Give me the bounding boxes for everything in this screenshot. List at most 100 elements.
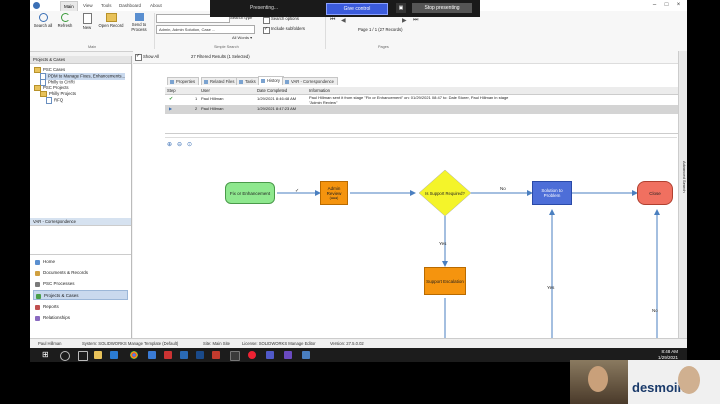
app-icon[interactable] bbox=[284, 351, 292, 359]
app-icon[interactable] bbox=[164, 351, 172, 359]
node-admin-review[interactable]: Admin Review (●●●) bbox=[320, 181, 348, 205]
sidebar: Projects & Cases PSC Cases PDM to Manage… bbox=[30, 56, 132, 348]
tab-about[interactable]: About bbox=[147, 1, 165, 10]
filtered-results: 27 Filtered Results (1 Selected) bbox=[191, 54, 250, 59]
teams-icon[interactable] bbox=[266, 351, 274, 359]
mail-icon[interactable] bbox=[110, 351, 118, 359]
ribbon-divider bbox=[325, 13, 326, 49]
documents-icon bbox=[35, 271, 40, 276]
words-select[interactable]: All Words ▾ bbox=[230, 34, 254, 41]
prev-page-icon[interactable]: ◀ bbox=[341, 17, 346, 24]
tab-view[interactable]: View bbox=[80, 1, 96, 10]
nav-projects-cases[interactable]: Projects & Cases bbox=[33, 290, 128, 300]
app-logo-icon bbox=[33, 2, 40, 9]
node-close[interactable]: Close bbox=[637, 181, 673, 205]
group-main-label: Main bbox=[88, 45, 97, 49]
tab-tasks[interactable]: Tasks bbox=[236, 77, 260, 85]
no-label: No bbox=[500, 186, 506, 191]
app-icon[interactable] bbox=[230, 351, 240, 361]
sidebar-header: Projects & Cases bbox=[30, 56, 131, 64]
send-to-process-button[interactable]: Send to Process bbox=[126, 13, 152, 32]
tab-var-correspondence[interactable]: VAR - Correspondence bbox=[282, 77, 338, 85]
document-icon bbox=[46, 97, 52, 104]
advanced-search-panel[interactable]: Advanced Search bbox=[678, 51, 687, 348]
row-date: 1/29/2021 8:46:48 AM bbox=[257, 96, 297, 101]
stop-presenting-button[interactable]: Stop presenting bbox=[412, 3, 472, 13]
node-solution-to-problem[interactable]: Solution to Problem bbox=[532, 181, 572, 205]
group-simple-search-label: Simple Search bbox=[214, 45, 239, 49]
no-label-2: No bbox=[652, 308, 658, 313]
nav-home[interactable]: Home bbox=[33, 257, 128, 267]
first-page-icon[interactable]: ⏮ bbox=[330, 17, 335, 24]
yes-label-2: Yes bbox=[547, 285, 555, 290]
row-date: 1/29/2021 8:47:23 AM bbox=[257, 106, 297, 111]
send-to-process-icon bbox=[134, 13, 144, 21]
chrome-icon[interactable] bbox=[130, 351, 138, 359]
app-icon[interactable] bbox=[196, 351, 204, 359]
tab-properties[interactable]: Properties bbox=[167, 77, 200, 85]
node-fix-or-enhancement[interactable]: Fix or Enhancement bbox=[225, 182, 275, 204]
next-page-icon[interactable]: ▶ bbox=[402, 17, 407, 24]
column-user[interactable]: User bbox=[201, 87, 210, 94]
nav-documents-records[interactable]: Documents & Records bbox=[33, 268, 128, 278]
workflow-connectors bbox=[277, 169, 660, 348]
outlook-icon[interactable] bbox=[180, 351, 188, 359]
processes-icon bbox=[35, 282, 40, 287]
search-icon[interactable] bbox=[60, 351, 70, 361]
history-icon bbox=[261, 79, 265, 83]
minimize-icon[interactable]: – bbox=[650, 2, 659, 9]
file-explorer-icon[interactable] bbox=[94, 351, 102, 359]
tree-item[interactable]: RFQ bbox=[46, 97, 63, 104]
refresh-button[interactable]: Refresh bbox=[54, 13, 76, 28]
node-is-support-required[interactable]: Is Support Required? bbox=[423, 186, 467, 200]
search-all-icon bbox=[38, 13, 48, 22]
app-icon[interactable] bbox=[212, 351, 220, 359]
workflow-diagram: ⊕ ⊖ ⊙ Fix or Enhancement ✓ Admin Review … bbox=[165, 137, 677, 348]
table-row[interactable]: ▶ 2 Paul Hillman 1/29/2021 8:47:23 AM bbox=[165, 105, 680, 114]
include-subfolders-checkbox[interactable] bbox=[263, 26, 270, 34]
tab-dashboard[interactable]: Dashboard bbox=[116, 1, 144, 10]
nav-reports[interactable]: Reports bbox=[33, 302, 128, 312]
search-type-select[interactable]: Admin, Admin Solution, Case ... bbox=[156, 25, 255, 34]
tab-tools[interactable]: Tools bbox=[98, 1, 115, 10]
nav-psc-processes[interactable]: PSC Processes bbox=[33, 279, 128, 289]
splitter[interactable] bbox=[165, 133, 680, 134]
tab-related-files[interactable]: Related Files bbox=[201, 77, 239, 85]
last-page-icon[interactable]: ⏭ bbox=[413, 17, 418, 24]
search-all-button[interactable]: Search all bbox=[32, 13, 54, 28]
nav-relationships[interactable]: Relationships bbox=[33, 313, 128, 323]
edge-icon[interactable] bbox=[148, 351, 156, 359]
var-correspondence-item[interactable]: VAR - Correspondence bbox=[30, 218, 131, 226]
windows-start-icon[interactable]: ⊞ bbox=[42, 351, 50, 359]
screen-share-icon[interactable]: ▣ bbox=[396, 3, 406, 13]
maximize-icon[interactable]: □ bbox=[662, 2, 671, 9]
column-information[interactable]: Information bbox=[309, 87, 330, 94]
advanced-search-label: Advanced Search bbox=[682, 161, 687, 193]
related-files-icon bbox=[204, 80, 208, 84]
new-button[interactable]: New bbox=[76, 13, 98, 30]
node-support-escalation[interactable]: Support Escalation bbox=[424, 267, 466, 295]
presenter-face bbox=[588, 366, 608, 392]
logo-camera: desmoint bbox=[628, 360, 720, 404]
table-row[interactable]: ✔ 1 Paul Hillman 1/29/2021 8:46:48 AM Pa… bbox=[165, 95, 680, 104]
column-step[interactable]: Step bbox=[167, 87, 176, 94]
app-icon[interactable] bbox=[302, 351, 310, 359]
task-view-icon[interactable] bbox=[78, 351, 88, 361]
tab-history[interactable]: History bbox=[258, 76, 285, 85]
include-subfolders-label: Include subfolders bbox=[271, 26, 305, 31]
close-icon[interactable]: × bbox=[674, 2, 683, 9]
row-step: 1 bbox=[195, 96, 198, 101]
completed-check-icon: ✔ bbox=[169, 96, 174, 102]
tab-main[interactable]: Main bbox=[60, 1, 78, 11]
page-info: Page 1 / 1 (27 Records) bbox=[358, 27, 403, 32]
presenting-bar: Presenting... Give control ▣ Stop presen… bbox=[210, 0, 480, 17]
give-control-button[interactable]: Give control bbox=[326, 3, 388, 15]
record-icon[interactable] bbox=[248, 351, 256, 359]
search-options-checkbox[interactable] bbox=[263, 17, 270, 24]
correspondence-icon bbox=[285, 80, 289, 84]
open-record-button[interactable]: Open Record bbox=[98, 13, 124, 28]
column-date[interactable]: Date Completed bbox=[257, 87, 287, 94]
new-document-icon bbox=[82, 13, 92, 24]
show-all-checkbox[interactable] bbox=[135, 53, 142, 61]
show-all-label: Show All bbox=[143, 54, 160, 59]
